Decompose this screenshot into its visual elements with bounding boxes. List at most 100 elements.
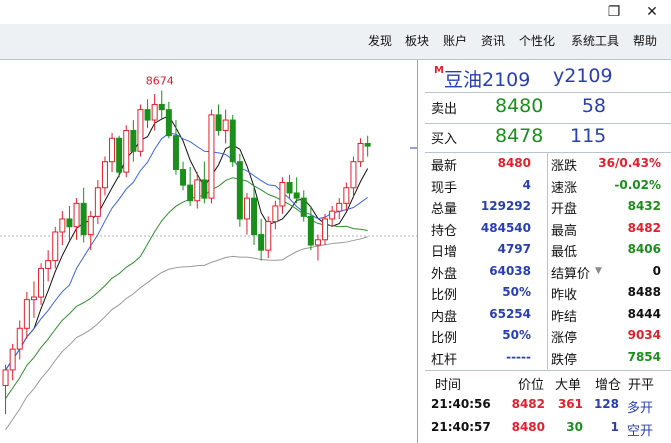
stat-label: 持仓 xyxy=(431,223,458,239)
stat-label: 现手 xyxy=(431,180,458,196)
stat-value: 4797 xyxy=(497,242,531,256)
candle-body xyxy=(265,221,272,251)
stat-label: 速涨 xyxy=(551,180,578,196)
close-icon[interactable]: ✕ xyxy=(641,2,663,22)
candle-body xyxy=(38,267,45,298)
candle-body xyxy=(329,210,336,220)
stat-value: 4 xyxy=(522,177,531,192)
tick-price: 8482 xyxy=(511,397,545,411)
menu-account[interactable]: 账户 xyxy=(443,32,467,49)
kline-chart[interactable]: 8674 xyxy=(0,60,418,443)
stat-label: 最高 xyxy=(551,223,578,239)
candle-body xyxy=(364,142,371,147)
candle-body xyxy=(73,202,80,228)
tick-header: 价位 xyxy=(518,378,545,393)
stat-label: 杠杆 xyxy=(431,352,458,368)
candle-body xyxy=(116,137,123,173)
candle-body xyxy=(2,369,9,387)
candle-body xyxy=(23,299,30,329)
candle-body xyxy=(130,129,137,152)
candle-body xyxy=(87,215,94,236)
stat-value: 50% xyxy=(502,285,531,299)
menu-help[interactable]: 帮助 xyxy=(633,32,657,49)
tick-size: 30 xyxy=(566,420,583,434)
candle-body xyxy=(80,202,87,236)
menu-sectors[interactable]: 板块 xyxy=(405,32,429,49)
stat-value: 8406 xyxy=(627,242,661,256)
stat-value: 484540 xyxy=(480,220,531,235)
candle-body xyxy=(215,114,222,131)
menu-discover[interactable]: 发现 xyxy=(368,32,392,49)
stat-value: 9034 xyxy=(627,328,661,342)
candle-body xyxy=(251,197,258,236)
tick-header: 开平 xyxy=(628,378,655,393)
menu-news[interactable]: 资讯 xyxy=(481,32,505,49)
candle-body xyxy=(151,103,158,121)
stat-label: 跌停 xyxy=(551,352,578,368)
candle-body xyxy=(236,161,243,220)
high-price-label: 8674 xyxy=(146,74,174,87)
tick-header: 增仓 xyxy=(595,378,622,393)
tick-type: 空开 xyxy=(627,424,654,439)
menu-personalize[interactable]: 个性化 xyxy=(519,32,555,49)
candle-body xyxy=(279,182,286,207)
candle-body xyxy=(30,296,37,301)
candle-body xyxy=(343,187,350,204)
stat-value: 8432 xyxy=(627,199,661,213)
candle-body xyxy=(16,327,23,350)
ma10-line xyxy=(5,132,368,371)
chart-divider xyxy=(417,60,418,443)
stat-label: 昨结 xyxy=(551,309,578,325)
candle-body xyxy=(59,218,66,233)
candle-body xyxy=(272,205,279,223)
contract-name: 豆油2109 xyxy=(444,69,531,91)
stat-value: 7854 xyxy=(627,349,661,364)
candle-body xyxy=(52,231,59,262)
tick-oi: 1 xyxy=(610,420,619,434)
tick-oi: 128 xyxy=(593,397,619,411)
stat-label: 最新 xyxy=(431,159,458,174)
candle-body xyxy=(222,119,229,131)
stat-value: 129292 xyxy=(480,199,531,213)
tick-time: 21:40:57 xyxy=(431,420,491,434)
candle-body xyxy=(165,109,172,137)
candle-body xyxy=(94,187,101,217)
candle-body xyxy=(258,234,265,251)
ask-price: 8480 xyxy=(495,95,544,117)
tick-price: 8480 xyxy=(511,420,545,434)
stat-value: 0 xyxy=(652,263,661,278)
candle-body xyxy=(45,260,52,269)
stat-label: 内盘 xyxy=(431,309,458,325)
ask-label: 卖出 xyxy=(431,102,458,117)
tick-header: 时间 xyxy=(435,378,462,393)
candle-body xyxy=(180,169,187,186)
candle-body xyxy=(9,348,16,371)
tick-size: 361 xyxy=(557,397,583,411)
stat-label: 最低 xyxy=(551,245,578,260)
candle-body xyxy=(300,197,307,217)
candle-body xyxy=(350,161,357,189)
menu-system-tools[interactable]: 系统工具 xyxy=(571,32,619,49)
stat-value: 8480 xyxy=(497,156,531,170)
candle-body xyxy=(293,192,300,199)
stat-value: 8444 xyxy=(627,306,661,321)
candle-body xyxy=(101,161,108,189)
candle-body xyxy=(158,103,165,111)
candle-body xyxy=(357,142,364,163)
main-contract-badge: M xyxy=(434,65,444,76)
stat-label: 涨跌 xyxy=(551,159,578,174)
bid-label: 买入 xyxy=(431,132,458,147)
candle-body xyxy=(314,239,321,246)
tick-header: 大单 xyxy=(555,378,582,393)
candle-body xyxy=(336,202,343,212)
divider xyxy=(425,123,671,124)
candle-body xyxy=(208,114,215,199)
quote-panel: M 豆油2109 y2109 卖出 8480 58 买入 8478 115 最新… xyxy=(425,60,671,443)
candle-body xyxy=(201,179,208,199)
candle-body xyxy=(229,119,236,163)
candle-body xyxy=(187,184,194,202)
ma40-line xyxy=(5,236,368,431)
restore-icon[interactable]: ❐ xyxy=(603,2,625,22)
candle-body xyxy=(286,182,293,194)
candle-body xyxy=(194,179,201,202)
